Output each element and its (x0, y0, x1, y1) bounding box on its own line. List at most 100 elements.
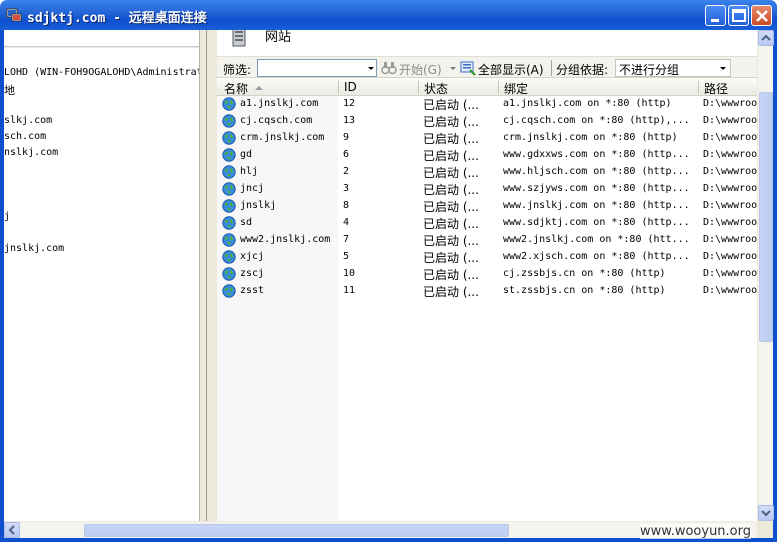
page-title: 网站 (265, 30, 292, 45)
tree-item-site[interactable]: nslkj.com (4, 147, 58, 158)
site-path: D:\wwwroo (703, 268, 757, 279)
site-id: 6 (343, 149, 350, 160)
column-divider[interactable] (698, 81, 699, 94)
site-row[interactable]: cj.cqsch.com 13 已启动 (... cj.cqsch.com on *:… (217, 113, 757, 130)
site-name: www2.jnslkj.com (240, 234, 331, 245)
chevron-down-icon (761, 510, 771, 517)
window-title: sdjktj.com - 远程桌面连接 (27, 11, 207, 26)
sort-ascending-icon (255, 86, 263, 90)
site-status: 已启动 (... (423, 285, 479, 299)
site-status: 已启动 (... (423, 166, 479, 180)
site-row[interactable]: jnslkj 8 已启动 (... www.jnslkj.com on *:80 (h… (217, 198, 757, 215)
site-path: D:\wwwroo (703, 200, 757, 211)
column-header-name[interactable]: 名称 (224, 80, 248, 97)
site-name: a1.jnslkj.com (240, 98, 319, 109)
site-status: 已启动 (... (423, 98, 479, 112)
filter-toolbar: 筛选: 开始(G) 全部显示(A) 分组依据: 不进行分组 (217, 56, 757, 78)
filter-label: 筛选: (223, 63, 252, 77)
scroll-left-button[interactable] (4, 522, 20, 538)
site-row[interactable]: www2.jnslkj.com 7 已启动 (... www2.jnslkj.com … (217, 232, 757, 249)
tree-item-site[interactable]: sch.com (4, 131, 46, 142)
site-name: jnslkj (240, 200, 277, 211)
site-path: D:\wwwroo (703, 149, 757, 160)
column-header-id[interactable]: ID (344, 80, 357, 94)
site-row[interactable]: crm.jnslkj.com 9 已启动 (... crm.jnslkj.com on… (217, 130, 757, 147)
globe-icon (222, 114, 236, 128)
site-row[interactable]: zscj 10 已启动 (... cj.zssbjs.cn on *:80 (http… (217, 266, 757, 283)
site-id: 9 (343, 132, 350, 143)
site-row[interactable]: sd 4 已启动 (... www.sdjktj.com on *:80 (http.… (217, 215, 757, 232)
site-binding: www.hljsch.com on *:80 (http... (503, 166, 690, 177)
size-grip[interactable] (757, 521, 773, 538)
binoculars-icon (381, 62, 397, 75)
site-id: 8 (343, 200, 350, 211)
site-path: D:\wwwroo (703, 98, 757, 109)
site-status: 已启动 (... (423, 268, 479, 282)
vertical-scroll-thumb[interactable] (759, 92, 773, 342)
start-button[interactable]: 开始(G) (399, 61, 442, 78)
vertical-scrollbar[interactable] (757, 30, 774, 521)
show-all-button[interactable]: 全部显示(A) (478, 61, 544, 78)
title-bar[interactable]: sdjktj.com - 远程桌面连接 (0, 0, 777, 30)
group-by-value: 不进行分组 (619, 63, 680, 77)
horizontal-scroll-thumb[interactable] (84, 524, 509, 537)
site-row[interactable]: hlj 2 已启动 (... www.hljsch.com on *:80 (http… (217, 164, 757, 181)
site-status: 已启动 (... (423, 200, 479, 214)
site-name: crm.jnslkj.com (240, 132, 325, 143)
site-row[interactable]: gd 6 已启动 (... www.gdxxws.com on *:80 (http.… (217, 147, 757, 164)
site-id: 5 (343, 251, 350, 262)
close-button[interactable] (751, 5, 772, 26)
column-divider[interactable] (338, 81, 339, 94)
close-icon (756, 10, 768, 22)
site-row[interactable]: zsst 11 已启动 (... st.zssbjs.cn on *:80 (http… (217, 283, 757, 300)
tree-item-site[interactable]: slkj.com (4, 115, 52, 126)
site-binding: a1.jnslkj.com on *:80 (http) (503, 98, 672, 109)
column-divider[interactable] (498, 81, 499, 94)
site-name: zscj (240, 268, 265, 279)
tree-item-site[interactable]: j (4, 211, 10, 222)
site-name: zsst (240, 285, 265, 296)
column-header-path[interactable]: 路径 (704, 80, 728, 97)
pane-splitter[interactable] (199, 30, 217, 521)
site-row[interactable]: a1.jnslkj.com 12 已启动 (... a1.jnslkj.com on … (217, 96, 757, 113)
site-name: xjcj (240, 251, 265, 262)
start-dropdown-icon[interactable] (449, 60, 457, 76)
connections-tree: LOHD (WIN-FOH9OGALOHD\Administrat 地 slkj… (4, 30, 199, 521)
site-row[interactable]: xjcj 5 已启动 (... www2.xjsch.com on *:80 (htt… (217, 249, 757, 266)
site-path: D:\wwwroo (703, 183, 757, 194)
chevron-left-icon (8, 525, 15, 535)
site-id: 11 (343, 285, 356, 296)
chevron-down-icon[interactable] (366, 60, 376, 76)
site-path: D:\wwwroo (703, 115, 757, 126)
site-status: 已启动 (... (423, 217, 479, 231)
toolbar-separator (551, 60, 552, 76)
site-id: 3 (343, 183, 350, 194)
site-binding: crm.jnslkj.com on *:80 (http) (503, 132, 678, 143)
minimize-button[interactable] (705, 5, 726, 26)
scroll-up-button[interactable] (758, 30, 774, 46)
maximize-icon (732, 9, 746, 22)
tree-item-pools[interactable]: 地 (4, 82, 15, 98)
site-binding: cj.zssbjs.cn on *:80 (http) (503, 268, 666, 279)
site-name: jncj (240, 183, 265, 194)
maximize-button[interactable] (728, 5, 749, 26)
column-header-binding[interactable]: 绑定 (504, 80, 528, 97)
remote-desktop-icon (6, 8, 22, 22)
globe-icon (222, 199, 236, 213)
globe-icon (222, 131, 236, 145)
site-row[interactable]: jncj 3 已启动 (... www.szjyws.com on *:80 (htt… (217, 181, 757, 198)
filter-input[interactable] (257, 59, 377, 77)
site-binding: www.gdxxws.com on *:80 (http... (503, 149, 690, 160)
site-id: 10 (343, 268, 356, 279)
tree-item-site[interactable]: jnslkj.com (4, 243, 64, 254)
site-path: D:\wwwroo (703, 285, 757, 296)
group-by-select[interactable]: 不进行分组 (615, 59, 731, 77)
scroll-down-button[interactable] (758, 505, 774, 521)
globe-icon (222, 284, 236, 298)
column-header-status[interactable]: 状态 (424, 80, 448, 97)
site-id: 7 (343, 234, 350, 245)
column-divider[interactable] (418, 81, 419, 94)
tree-item-server[interactable]: LOHD (WIN-FOH9OGALOHD\Administrat (4, 67, 199, 78)
globe-icon (222, 250, 236, 264)
site-name: sd (240, 217, 253, 228)
